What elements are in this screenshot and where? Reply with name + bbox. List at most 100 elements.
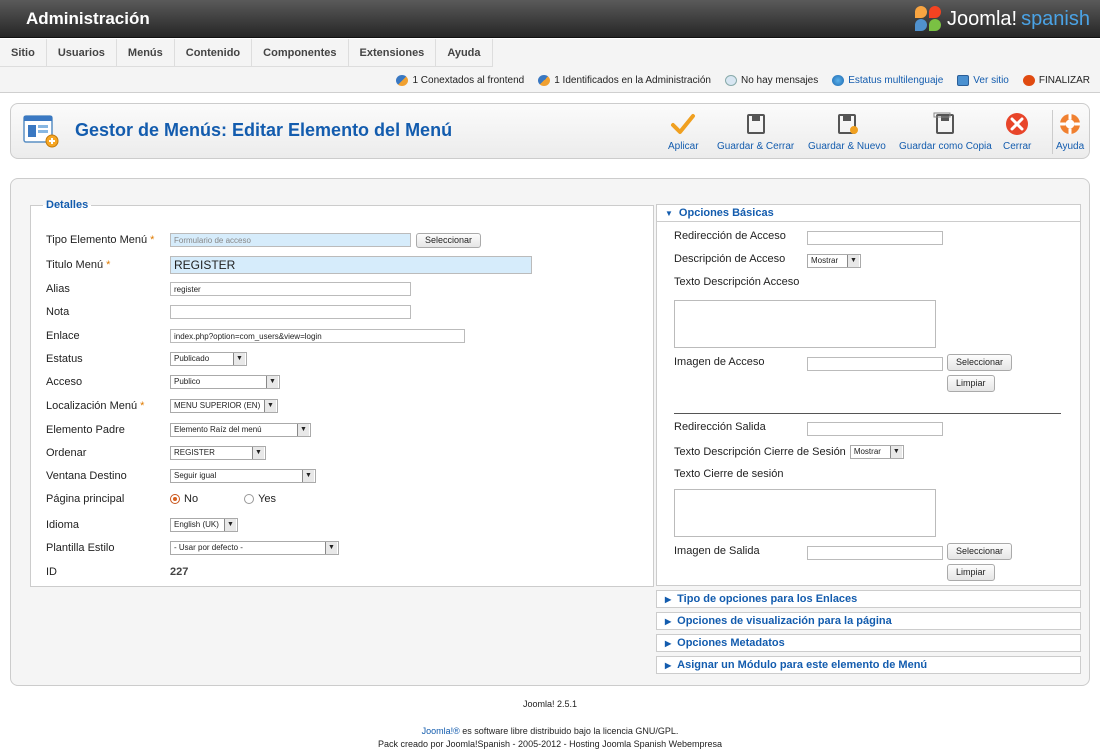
status-multilang-link[interactable]: Estatus multilenguaje: [848, 75, 943, 86]
triangle-right-icon: ▶: [665, 617, 672, 626]
login-desc-textarea[interactable]: [674, 300, 936, 348]
status-view-site[interactable]: Ver sitio: [957, 75, 1009, 86]
target-label: Ventana Destino: [46, 470, 127, 482]
footer-pack-link[interactable]: Pack creado por Joomla!Spanish - 2005-20…: [0, 739, 1100, 749]
row-id: ID 227: [46, 563, 188, 581]
status-multilang[interactable]: Estatus multilenguaje: [832, 75, 943, 86]
link-label: Enlace: [46, 330, 80, 342]
menu-item-usuarios[interactable]: Usuarios: [47, 39, 117, 67]
row-menu-location: Localización Menú * MENU SUPERIOR (EN): [46, 397, 278, 415]
alias-label: Alias: [46, 283, 70, 295]
triangle-right-icon: ▶: [665, 661, 672, 670]
apply-label: Aplicar: [668, 141, 699, 152]
language-select[interactable]: English (UK): [170, 518, 238, 532]
save-close-button[interactable]: Guardar & Cerrar: [717, 112, 794, 154]
link-field[interactable]: index.php?option=com_users&view=login: [170, 329, 465, 343]
id-value: 227: [170, 566, 189, 578]
row-template: Plantilla Estilo - Usar por defecto -: [46, 539, 339, 557]
row-title: Titulo Menú * REGISTER: [46, 256, 532, 274]
target-select[interactable]: Seguir igual: [170, 469, 316, 483]
radio-empty-icon: [244, 494, 255, 504]
logout-image-clear-button[interactable]: Limpiar: [947, 564, 995, 581]
row-language: Idioma English (UK): [46, 516, 238, 534]
status-select[interactable]: Publicado: [170, 352, 247, 366]
login-desc-select[interactable]: Mostrar: [807, 254, 861, 268]
main-menu: Sitio Usuarios Menús Contenido Component…: [0, 39, 493, 67]
edit-form-area: Detalles Tipo Elemento Menú * Formulario …: [10, 178, 1090, 686]
apply-button[interactable]: Aplicar: [668, 112, 699, 154]
help-lifebuoy-icon: [1060, 114, 1081, 134]
menu-item-componentes[interactable]: Componentes: [252, 39, 349, 67]
login-image-field[interactable]: [807, 357, 943, 371]
order-label: Ordenar: [46, 447, 87, 459]
close-button[interactable]: Cerrar: [1003, 112, 1031, 154]
admin-title: Administración: [26, 9, 150, 28]
status-messages[interactable]: No hay mensajes: [724, 75, 818, 86]
title-label: Titulo Menú *: [46, 259, 111, 271]
joomla-license-link[interactable]: Joomla!®: [422, 726, 460, 736]
status-frontend: 1 Conextados al frontend: [396, 75, 524, 86]
login-redirect-label: Redirección de Acceso: [674, 230, 786, 242]
login-image-clear-button[interactable]: Limpiar: [947, 375, 995, 392]
menu-type-field[interactable]: Formulario de acceso: [170, 233, 411, 247]
save-close-label: Guardar & Cerrar: [717, 141, 795, 152]
logout-text-label: Texto Cierre de sesión: [674, 468, 784, 480]
status-frontend-text: 1 Conextados al frontend: [412, 75, 525, 86]
logout-image-field[interactable]: [807, 546, 943, 560]
access-label: Acceso: [46, 376, 83, 388]
logout-link[interactable]: FINALIZAR: [1039, 75, 1090, 86]
metadata-options-header[interactable]: ▶ Opciones Metadatos: [656, 634, 1081, 652]
note-label: Nota: [46, 306, 70, 318]
basic-options-body: Redirección de Acceso Descripción de Acc…: [656, 222, 1081, 586]
login-redirect-field[interactable]: [807, 231, 943, 245]
view-site-link[interactable]: Ver sitio: [973, 75, 1009, 86]
toolbar-separator: [1052, 110, 1053, 154]
status-admin-text: 1 Identificados en la Administración: [554, 75, 711, 86]
logout-text-textarea[interactable]: [674, 489, 936, 537]
logo-text-joomla: Joomla!: [947, 7, 1018, 30]
menu-location-select[interactable]: MENU SUPERIOR (EN): [170, 399, 278, 413]
joomla-logo[interactable]: Joomla! spanish: [915, 4, 1090, 34]
home-radio-no[interactable]: No: [170, 493, 198, 505]
note-field[interactable]: [170, 305, 411, 319]
logout-redirect-field[interactable]: [807, 422, 943, 436]
title-field[interactable]: REGISTER: [170, 256, 532, 274]
menu-item-sitio[interactable]: Sitio: [0, 39, 47, 67]
logout-desc-select[interactable]: Mostrar: [849, 445, 904, 459]
menu-item-contenido[interactable]: Contenido: [175, 39, 253, 67]
users-icon: [396, 75, 409, 86]
login-image-label: Imagen de Acceso: [674, 356, 765, 368]
save-copy-button[interactable]: Guardar como Copia: [899, 112, 992, 154]
menu-item-menus[interactable]: Menús: [117, 39, 175, 67]
close-label: Cerrar: [1003, 141, 1032, 152]
basic-options-header[interactable]: ▼ Opciones Básicas: [656, 204, 1081, 222]
logout-image-select-button[interactable]: Seleccionar: [947, 543, 1013, 560]
help-button[interactable]: Ayuda: [1056, 112, 1084, 154]
access-select[interactable]: Publico: [170, 375, 280, 389]
page-display-options-header[interactable]: ▶ Opciones de visualización para la págin…: [656, 612, 1081, 630]
login-desc-label: Descripción de Acceso: [674, 253, 786, 265]
parent-select[interactable]: Elemento Raíz del menú: [170, 423, 311, 437]
messages-icon: [724, 75, 737, 86]
row-menu-type: Tipo Elemento Menú * Formulario de acceso…: [46, 231, 482, 249]
link-type-options-header[interactable]: ▶ Tipo de opciones para los Enlaces: [656, 590, 1081, 608]
options-divider: [674, 413, 1061, 414]
globe-icon: [832, 75, 845, 86]
home-radio-yes[interactable]: Yes: [244, 493, 276, 505]
status-bar: 1 Conextados al frontend 1 Identificados…: [396, 75, 1090, 86]
template-select[interactable]: - Usar por defecto -: [170, 541, 339, 555]
details-fieldset: Detalles Tipo Elemento Menú * Formulario …: [30, 199, 654, 587]
save-new-button[interactable]: Guardar & Nuevo: [808, 112, 886, 154]
menu-item-ayuda[interactable]: Ayuda: [436, 39, 493, 67]
save-copy-icon: [933, 112, 955, 134]
logo-text-spanish: spanish: [1021, 7, 1090, 30]
menu-type-select-button[interactable]: Seleccionar: [416, 232, 482, 248]
menu-item-extensiones[interactable]: Extensiones: [349, 39, 437, 67]
logout-icon: [1022, 75, 1035, 86]
alias-field[interactable]: register: [170, 282, 411, 296]
order-select[interactable]: REGISTER: [170, 446, 266, 460]
login-image-select-button[interactable]: Seleccionar: [947, 354, 1013, 371]
parent-label: Elemento Padre: [46, 424, 125, 436]
status-logout[interactable]: FINALIZAR: [1022, 75, 1090, 86]
module-assign-header[interactable]: ▶ Asignar un Módulo para este elemento de…: [656, 656, 1081, 674]
